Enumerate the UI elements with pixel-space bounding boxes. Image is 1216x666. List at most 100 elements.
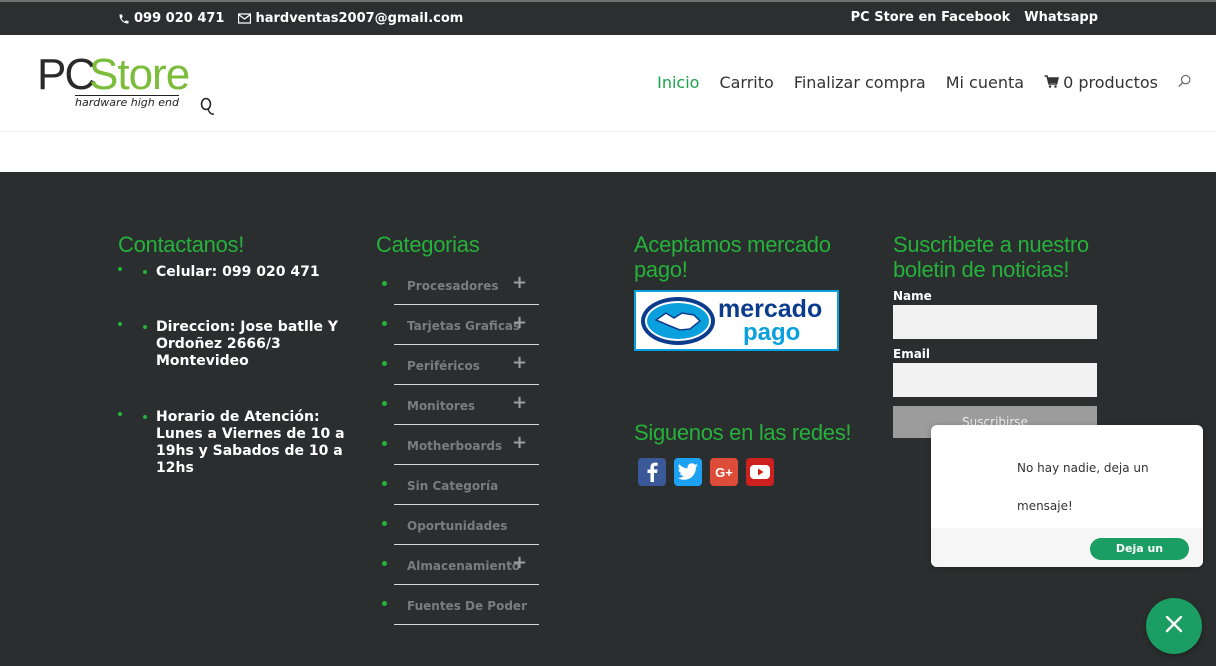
google-plus-icon[interactable]: G+	[710, 458, 738, 486]
chat-message: No hay nadie, deja un mensaje!	[1017, 461, 1149, 513]
pago-text: pago	[743, 319, 801, 346]
divider	[394, 424, 539, 425]
email-address[interactable]: hardventas2007@gmail.com	[255, 11, 463, 26]
youtube-icon[interactable]	[746, 458, 774, 486]
chat-close-button[interactable]	[1146, 598, 1202, 654]
email-contact[interactable]: hardventas2007@gmail.com	[238, 11, 463, 26]
category-list: Procesadores + Tarjetas Graficas + Periféric…	[376, 269, 546, 629]
bullet-dot	[382, 481, 387, 486]
category-label[interactable]: Fuentes De Poder	[407, 599, 527, 613]
bullet-dot	[382, 521, 387, 526]
leave-message-button[interactable]: Deja un mensaje	[1090, 538, 1189, 567]
nav-cart[interactable]: 0 productos	[1044, 73, 1158, 92]
name-field[interactable]	[893, 305, 1097, 339]
email-label: Email	[893, 347, 931, 361]
category-item[interactable]: Motherboards +	[376, 429, 546, 469]
main-nav: Inicio Carrito Finalizar compra Mi cuent…	[657, 73, 1192, 92]
top-bar-links: PC Store en Facebook Whatsapp	[851, 10, 1098, 25]
nav-item-carrito[interactable]: Carrito	[719, 73, 773, 92]
contact-address: Direccion: Jose batlle Y Ordoñez 2666/3 …	[156, 319, 339, 369]
site-logo[interactable]: PC Store hardware high end	[37, 49, 217, 121]
newsletter-title: Suscribete a nuestro boletin de noticias…	[893, 232, 1089, 282]
category-label[interactable]: Monitores	[407, 399, 475, 413]
plus-icon[interactable]: +	[512, 312, 527, 333]
top-bar: 099 020 471 hardventas2007@gmail.com PC …	[0, 0, 1216, 35]
shopping-cart-icon	[1044, 73, 1060, 92]
close-icon	[1165, 615, 1183, 637]
plus-icon[interactable]: +	[512, 432, 527, 453]
contact-list: Celular: 099 020 471 Direccion: Jose bat…	[118, 264, 348, 489]
twitter-icon[interactable]	[674, 458, 702, 486]
main-header: PC Store hardware high end Inicio Carrit…	[0, 35, 1216, 131]
plus-icon[interactable]: +	[512, 272, 527, 293]
name-label: Name	[893, 289, 932, 303]
nav-item-mi-cuenta[interactable]: Mi cuenta	[946, 73, 1024, 92]
category-label[interactable]: Sin Categoría	[407, 479, 498, 493]
category-label[interactable]: Tarjetas Graficas	[407, 319, 520, 333]
divider	[394, 304, 539, 305]
category-item[interactable]: Oportunidades	[376, 509, 546, 549]
bullet-dot	[382, 281, 387, 286]
contact-phone: Celular: 099 020 471	[156, 264, 320, 280]
category-item[interactable]: Almacenamiento +	[376, 549, 546, 589]
bullet-dot	[382, 401, 387, 406]
bullet-dot	[382, 361, 387, 366]
facebook-icon[interactable]	[638, 458, 666, 486]
top-bar-contact: 099 020 471 hardventas2007@gmail.com	[118, 11, 463, 26]
handshake-icon	[640, 296, 716, 350]
bullet-dot	[382, 441, 387, 446]
search-icon[interactable]	[1178, 73, 1192, 92]
logo-pc-text: PC	[37, 50, 96, 99]
chat-popup: No hay nadie, deja un mensaje! Deja un m…	[931, 425, 1203, 567]
category-label[interactable]: Periféricos	[407, 359, 480, 373]
payments-title: Aceptamos mercado pago!	[634, 232, 831, 282]
nav-item-finalizar-compra[interactable]: Finalizar compra	[794, 73, 926, 92]
divider	[394, 544, 539, 545]
contact-hours: Horario de Atención: Lunes a Viernes de …	[156, 409, 345, 476]
category-label[interactable]: Almacenamiento	[407, 559, 520, 573]
nav-item-inicio[interactable]: Inicio	[657, 73, 699, 92]
bullet-dot	[382, 601, 387, 606]
contact-item: Celular: 099 020 471	[118, 264, 348, 319]
plus-icon[interactable]: +	[512, 392, 527, 413]
category-item[interactable]: Sin Categoría	[376, 469, 546, 509]
site-footer: Contactanos! Celular: 099 020 471 Direcc…	[0, 172, 1216, 666]
facebook-link[interactable]: PC Store en Facebook	[851, 10, 1011, 25]
category-item[interactable]: Periféricos +	[376, 349, 546, 389]
divider	[394, 584, 539, 585]
category-label[interactable]: Motherboards	[407, 439, 502, 453]
category-item[interactable]: Tarjetas Graficas +	[376, 309, 546, 349]
bullet-dot	[382, 561, 387, 566]
divider	[394, 464, 539, 465]
logo-store-text: Store	[89, 50, 190, 99]
category-item[interactable]: Monitores +	[376, 389, 546, 429]
google-plus-text: G+	[715, 464, 733, 480]
contact-item: Horario de Atención: Lunes a Viernes de …	[118, 409, 348, 489]
contact-item: Direccion: Jose batlle Y Ordoñez 2666/3 …	[118, 319, 348, 409]
phone-contact: 099 020 471	[118, 11, 224, 26]
divider	[394, 384, 539, 385]
phone-icon	[118, 13, 130, 25]
category-item[interactable]: Procesadores +	[376, 269, 546, 309]
plus-icon[interactable]: +	[512, 552, 527, 573]
email-field[interactable]	[893, 363, 1097, 397]
divider	[394, 624, 539, 625]
contact-title: Contactanos!	[118, 232, 245, 257]
category-item[interactable]: Fuentes De Poder	[376, 589, 546, 629]
logo-tagline: hardware high end	[75, 95, 179, 109]
socials-title: Siguenos en las redes!	[634, 420, 852, 445]
divider	[394, 344, 539, 345]
envelope-icon	[238, 13, 252, 24]
phone-number: 099 020 471	[134, 11, 225, 26]
whatsapp-link[interactable]: Whatsapp	[1024, 10, 1098, 25]
mouse-icon	[199, 97, 215, 121]
social-links: G+	[638, 458, 774, 486]
categories-title: Categorias	[376, 232, 480, 257]
divider	[394, 504, 539, 505]
plus-icon[interactable]: +	[512, 352, 527, 373]
category-label[interactable]: Oportunidades	[407, 519, 507, 533]
bullet-dot	[382, 321, 387, 326]
cart-count: 0 productos	[1063, 73, 1158, 92]
mercado-pago-badge: mercado pago	[634, 290, 839, 351]
category-label[interactable]: Procesadores	[407, 279, 498, 293]
